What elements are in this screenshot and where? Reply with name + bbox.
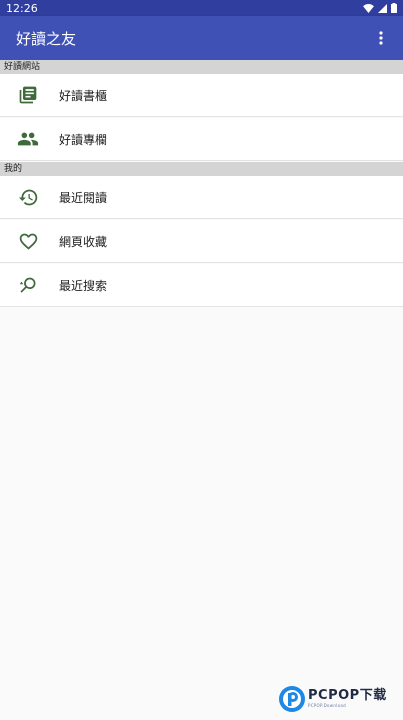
list-item-label: 好讀專欄 xyxy=(59,132,108,147)
more-vert-icon[interactable] xyxy=(369,26,393,50)
app-bar: 好讀之友 xyxy=(0,16,403,60)
list-item-label: 網頁收藏 xyxy=(59,234,108,249)
app-title: 好讀之友 xyxy=(16,29,77,48)
list-item-bookmarks[interactable]: 網頁收藏 xyxy=(0,220,403,263)
list-item-recent-reading[interactable]: 最近閱讀 xyxy=(0,176,403,219)
list-item-bookshelf[interactable]: 好讀書櫃 xyxy=(0,74,403,117)
status-icons xyxy=(363,3,397,13)
watermark-brand: PCPOP xyxy=(308,688,360,703)
status-bar: 12:26 xyxy=(0,0,403,16)
status-time: 12:26 xyxy=(6,1,38,15)
list-item-recent-search[interactable]: 最近搜索 xyxy=(0,264,403,307)
watermark: PCPOP下载 PCPOP.Download xyxy=(278,682,400,716)
list-item-columns[interactable]: 好讀專欄 xyxy=(0,118,403,161)
history-icon xyxy=(16,185,40,209)
section-header-mine: 我的 xyxy=(0,162,403,176)
watermark-sub: PCPOP.Download xyxy=(308,703,346,708)
battery-icon xyxy=(391,3,397,13)
heart-outline-icon xyxy=(16,229,40,253)
section-header-website: 好讀網站 xyxy=(0,60,403,74)
signal-icon xyxy=(378,3,387,13)
list-item-label: 最近搜索 xyxy=(59,278,108,293)
list-item-label: 最近閱讀 xyxy=(59,190,108,205)
people-icon xyxy=(16,127,40,151)
watermark-suffix: 下载 xyxy=(359,688,387,703)
pcpop-logo-icon xyxy=(278,685,306,713)
search-history-icon xyxy=(16,273,40,297)
list-item-label: 好讀書櫃 xyxy=(59,88,108,103)
wifi-icon xyxy=(363,3,374,13)
book-library-icon xyxy=(16,83,40,107)
